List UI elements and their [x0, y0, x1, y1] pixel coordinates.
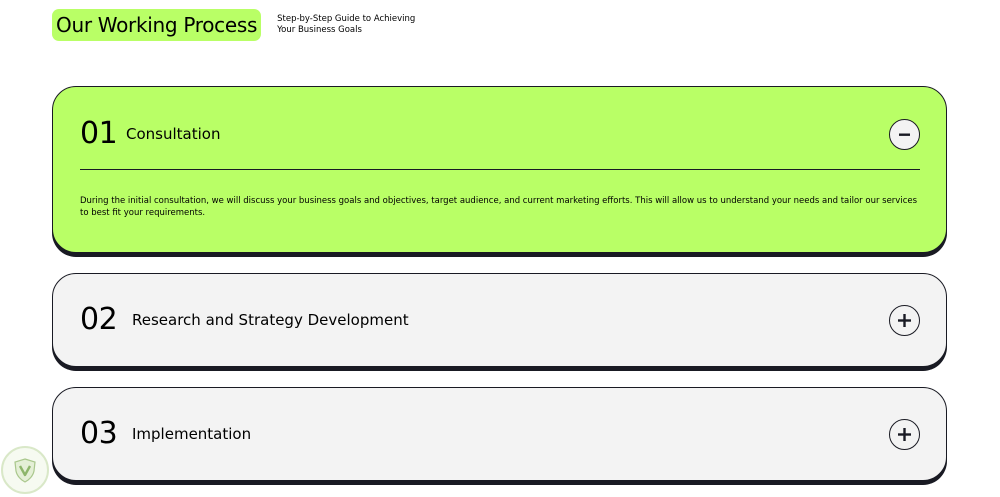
expand-button[interactable] [889, 304, 920, 336]
plus-icon [898, 427, 911, 441]
step-divider [80, 169, 920, 170]
process-step-research: 02 Research and Strategy Development [52, 273, 947, 367]
step-title: Implementation [132, 425, 252, 443]
minus-icon [899, 133, 910, 136]
process-step-consultation: 01 Consultation During the initial consu… [52, 86, 947, 253]
section-subtitle: Step-by-Step Guide to Achieving Your Bus… [277, 14, 416, 35]
expand-button[interactable] [889, 418, 920, 450]
step-number: 01 [80, 116, 118, 151]
section-title: Our Working Process [56, 13, 258, 37]
plus-icon [898, 313, 911, 327]
step-header[interactable]: 03 Implementation [80, 418, 920, 450]
collapse-button[interactable] [889, 118, 920, 150]
step-title: Research and Strategy Development [132, 311, 409, 329]
shield-logo-icon [1, 446, 49, 494]
step-number: 03 [80, 416, 118, 451]
step-header[interactable]: 02 Research and Strategy Development [80, 304, 920, 336]
step-number: 02 [80, 302, 118, 337]
process-step-implementation: 03 Implementation [52, 387, 947, 481]
section-header: Our Working Process Step-by-Step Guide t… [52, 9, 427, 41]
step-title: Consultation [126, 125, 221, 143]
page: Our Working Process Step-by-Step Guide t… [0, 0, 1000, 497]
step-header[interactable]: 01 Consultation [80, 118, 920, 150]
step-description: During the initial consultation, we will… [80, 196, 918, 218]
section-title-highlight: Our Working Process [52, 9, 262, 41]
